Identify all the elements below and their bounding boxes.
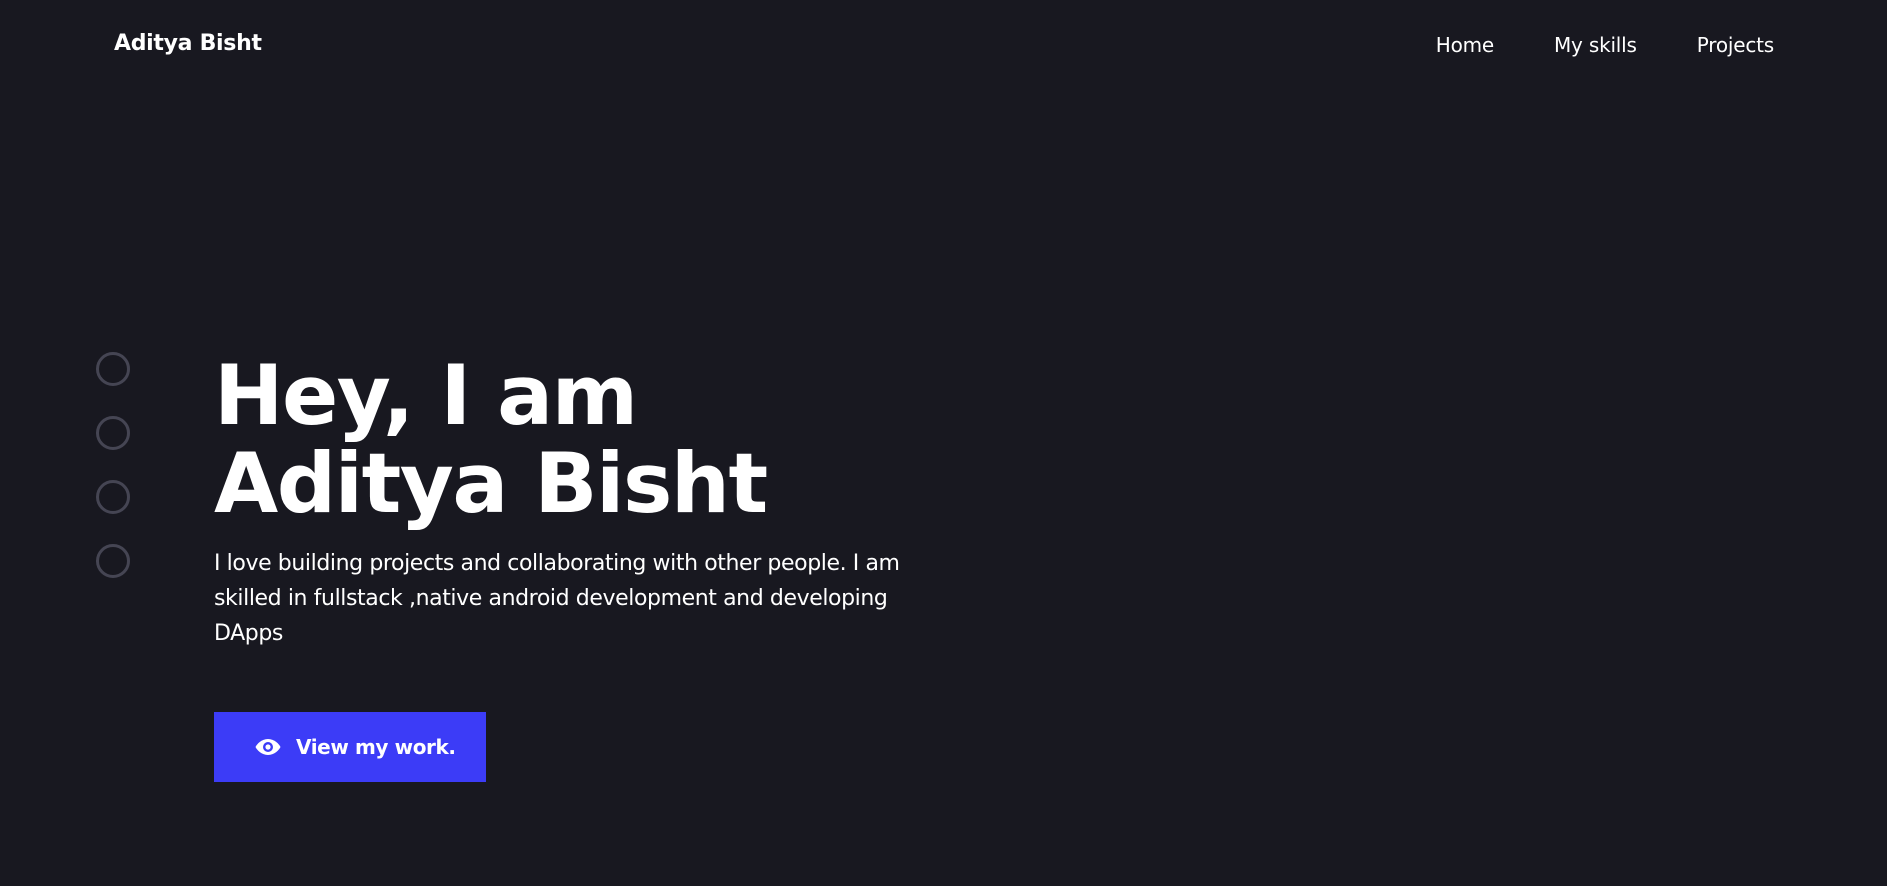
nav-link-home[interactable]: Home — [1436, 32, 1494, 58]
view-my-work-label: View my work. — [296, 735, 456, 759]
section-dot-nav — [96, 352, 130, 578]
nav-link-my-skills[interactable]: My skills — [1554, 32, 1637, 58]
eye-icon — [254, 737, 282, 757]
section-dot-3[interactable] — [96, 480, 130, 514]
hero-heading-line-1: Hey, I am — [214, 347, 638, 444]
site-header: Aditya Bisht Home My skills Projects — [0, 0, 1887, 90]
section-dot-2[interactable] — [96, 416, 130, 450]
main-nav: Home My skills Projects — [1436, 32, 1774, 58]
hero-section: Hey, I am Aditya Bisht I love building p… — [214, 352, 974, 651]
hero-description: I love building projects and collaborati… — [214, 551, 900, 646]
nav-link-projects[interactable]: Projects — [1697, 32, 1774, 58]
view-my-work-button[interactable]: View my work. — [214, 712, 486, 782]
section-dot-4[interactable] — [96, 544, 130, 578]
brand-logo-link[interactable]: Aditya Bisht — [114, 30, 262, 58]
hero-heading-line-2: Aditya Bisht — [214, 435, 768, 532]
portfolio-page: Aditya Bisht Home My skills Projects Hey… — [0, 0, 1887, 886]
section-dot-1[interactable] — [96, 352, 130, 386]
hero-heading: Hey, I am Aditya Bisht — [214, 352, 974, 528]
